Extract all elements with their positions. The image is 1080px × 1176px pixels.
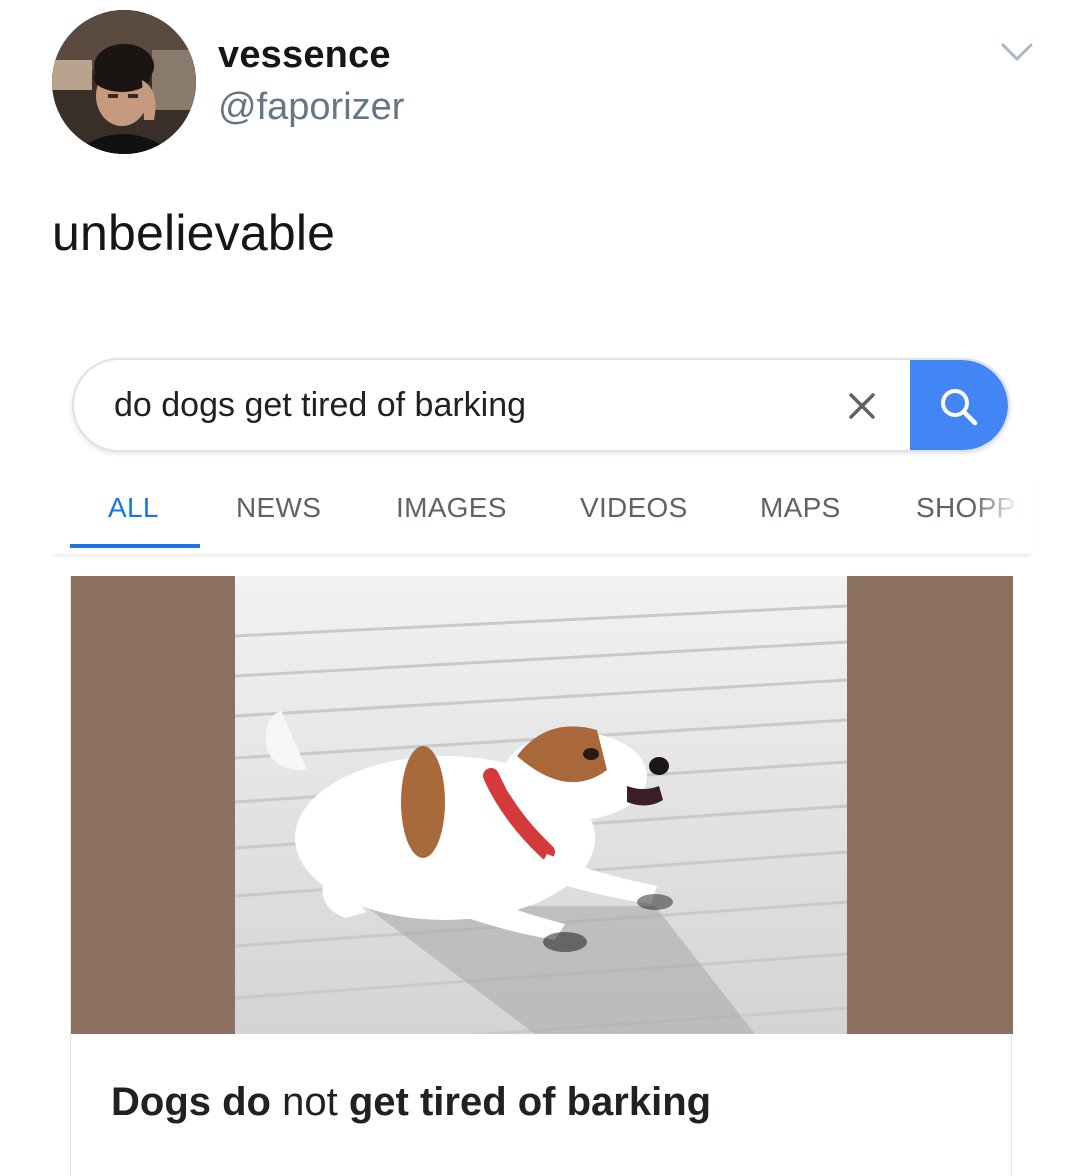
tab-all[interactable]: ALL	[108, 492, 159, 524]
tab-images[interactable]: IMAGES	[396, 492, 507, 524]
tab-news[interactable]: NEWS	[236, 492, 321, 524]
search-screenshot: do dogs get tired of barking ALL NEWS IM…	[52, 328, 1032, 1176]
search-icon	[941, 389, 978, 426]
user-handle[interactable]: @faporizer	[218, 86, 404, 129]
result-title-part2: not	[282, 1080, 338, 1124]
result-image[interactable]	[71, 576, 1013, 1034]
result-title-part3: get tired of barking	[348, 1080, 712, 1124]
search-input[interactable]: do dogs get tired of barking	[114, 386, 526, 425]
result-title[interactable]: Dogs do not get tired of barking	[111, 1080, 711, 1125]
tab-videos[interactable]: VIDEOS	[580, 492, 688, 524]
search-bar[interactable]: do dogs get tired of barking	[72, 358, 1010, 452]
chevron-down-icon[interactable]	[1000, 40, 1034, 64]
tab-maps[interactable]: MAPS	[760, 492, 841, 524]
search-button[interactable]	[910, 360, 1008, 450]
close-icon[interactable]	[844, 388, 880, 424]
tab-fade	[972, 468, 1032, 548]
active-tab-indicator	[70, 544, 200, 548]
dog-photo	[235, 576, 847, 1034]
avatar[interactable]	[52, 10, 196, 154]
tweet-text: unbelievable	[52, 205, 336, 261]
search-tabs: ALL NEWS IMAGES VIDEOS MAPS SHOPPI	[52, 468, 1032, 555]
result-card[interactable]: Dogs do not get tired of barking	[70, 576, 1013, 1176]
display-name[interactable]: vessence	[218, 34, 391, 77]
result-title-part1: Dogs do	[111, 1080, 271, 1124]
